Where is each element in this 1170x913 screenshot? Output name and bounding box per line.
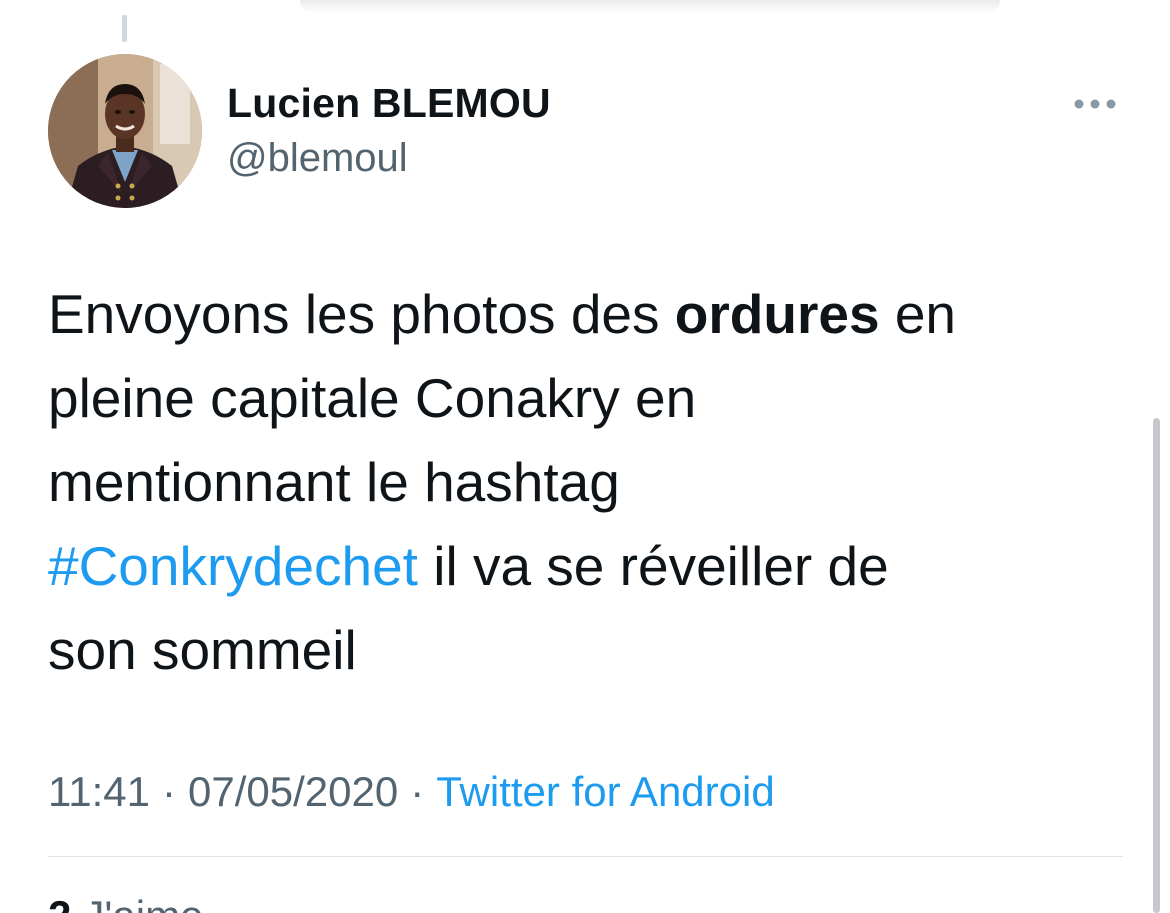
- tweet-text-segment: en: [879, 283, 957, 345]
- meta-separator: ·: [410, 768, 425, 815]
- tweet-text-line: mentionnant le hashtag: [48, 451, 620, 513]
- tweet-date[interactable]: 07/05/2020: [188, 768, 398, 815]
- likes-count: 2: [48, 892, 71, 913]
- avatar[interactable]: [48, 54, 202, 208]
- tweet-time[interactable]: 11:41: [48, 768, 150, 815]
- tweet-text-line: pleine capitale Conakry en: [48, 367, 697, 429]
- tweet-meta: 11:41 · 07/05/2020 · Twitter for Android: [48, 768, 775, 816]
- likes-count-link[interactable]: 2 J'aime: [48, 892, 203, 913]
- meta-separator: ·: [162, 768, 176, 815]
- tweet-text-segment: Envoyons les photos des: [48, 283, 675, 345]
- tweet-text-segment: il va se réveiller de: [417, 535, 889, 597]
- tweet-source-link[interactable]: Twitter for Android: [436, 768, 774, 815]
- tweet-text: Envoyons les photos des ordures en plein…: [48, 272, 1123, 692]
- previous-tweet-edge: [300, 0, 1000, 14]
- author-display-name[interactable]: Lucien BLEMOU: [227, 80, 551, 127]
- more-horizontal-icon[interactable]: [1071, 95, 1119, 113]
- tweet-text-line: son sommeil: [48, 619, 357, 681]
- tweet-text-line: #Conkrydechet il va se réveiller de: [48, 524, 1123, 608]
- scrollbar[interactable]: [1153, 418, 1160, 913]
- thread-connector-line: [122, 15, 127, 42]
- author-handle[interactable]: @blemoul: [227, 136, 408, 181]
- hashtag-link[interactable]: #Conkrydechet: [48, 535, 418, 597]
- divider: [48, 856, 1123, 857]
- likes-label: J'aime: [83, 892, 203, 913]
- profile-photo-icon: [48, 54, 202, 208]
- tweet-detail-page: Lucien BLEMOU @blemoul Envoyons les phot…: [0, 0, 1170, 913]
- tweet-text-line: Envoyons les photos des ordures en: [48, 272, 1123, 356]
- tweet-text-bold: ordures: [674, 283, 880, 345]
